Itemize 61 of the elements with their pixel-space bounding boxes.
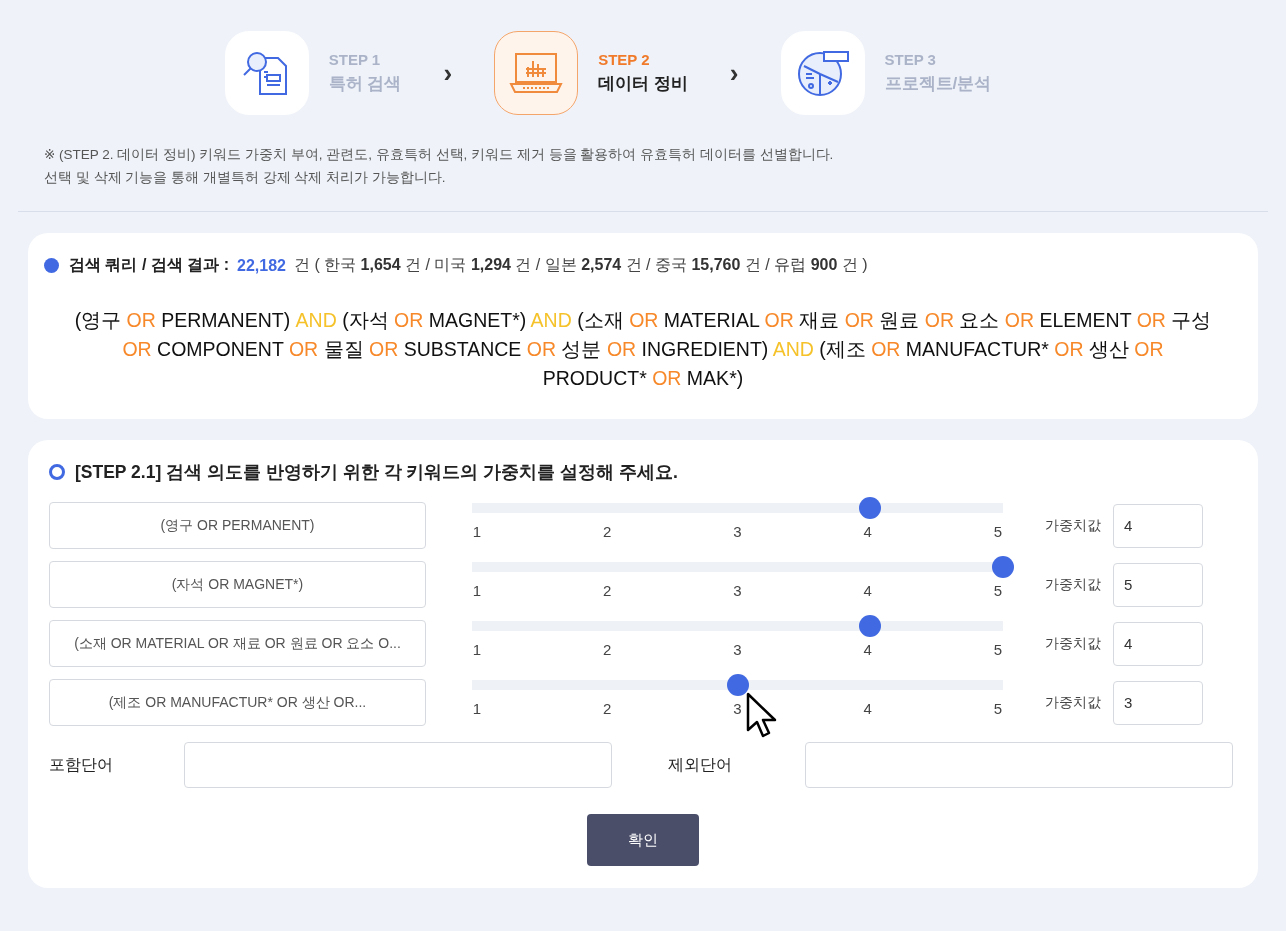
confirm-button[interactable]: 확인 <box>587 814 699 866</box>
exclude-label: 제외단어 <box>668 754 733 775</box>
exclude-input[interactable] <box>805 742 1233 788</box>
slider-thumb[interactable] <box>992 556 1014 578</box>
pie-chart-icon <box>795 48 850 98</box>
tick-label: 3 <box>732 700 743 717</box>
tick-label: 1 <box>472 523 482 540</box>
step-label: STEP 3 <box>884 51 937 68</box>
weight-input[interactable]: 4 <box>1113 621 1203 666</box>
result-total: 22,182 <box>237 256 286 275</box>
weight-label: 가중치값 <box>1045 575 1101 594</box>
chevron-icon: › <box>729 57 739 89</box>
notice-text: ※ (STEP 2. 데이터 정비) 키워드 가중치 부여, 관련도, 유효특허 선택, 키워드 제거 등을 활용하여 유효특허 데이터를 선별합니다. <box>44 146 835 164</box>
keyword-field: (제조 OR MANUFACTUR* OR 생산 OR... <box>49 679 426 726</box>
slider-thumb[interactable] <box>859 497 882 519</box>
tick-label: 2 <box>602 523 613 540</box>
result-label: 검색 쿼리 / 검색 결과 : <box>69 255 229 275</box>
keyword-field: (영구 OR PERMANENT) <box>49 502 426 549</box>
section-title: [STEP 2.1] 검색 의도를 반영하기 위한 각 키워드의 가중치를 설정해 주세요. <box>75 461 678 484</box>
step-name: 데이터 정비 <box>598 73 688 95</box>
tick-label: 1 <box>472 700 482 717</box>
tick-label: 2 <box>602 582 613 599</box>
weight-label: 가중치값 <box>1045 634 1101 653</box>
weight-label: 가중치값 <box>1045 516 1101 535</box>
weight-label: 가중치값 <box>1045 693 1101 712</box>
include-input[interactable] <box>184 742 612 788</box>
notice-text: 선택 및 삭제 기능을 통해 개별특허 강제 삭제 처리가 가능합니다. <box>44 169 447 187</box>
tick-label: 4 <box>862 582 873 599</box>
include-label: 포함단어 <box>49 754 114 775</box>
tick-label: 5 <box>993 523 1003 540</box>
tick-label: 4 <box>862 523 873 540</box>
step-name: 프로젝트/분석 <box>884 73 992 95</box>
slider-thumb[interactable] <box>726 674 749 696</box>
tick-label: 3 <box>732 582 743 599</box>
tick-label: 3 <box>732 523 743 540</box>
tick-label: 5 <box>993 700 1003 717</box>
tick-label: 3 <box>732 641 743 658</box>
step-label: STEP 1 <box>328 51 382 68</box>
tick-label: 5 <box>993 582 1003 599</box>
bullet-icon <box>44 258 59 273</box>
search-query: (영구 OR PERMANENT) AND (자석 OR MAGNET*) AND (소재 OR MATERIAL OR 재료 OR 원료 OR 요소 OR ELEMENT OR 구성 OR COMPONENT OR 물질 OR SUBSTANCE OR 성분 OR INGREDIENT) AND (제조 OR MANUFACTUR* OR 생산 OR PRODUCT* OR MAK*) <box>73 308 1213 391</box>
weight-input[interactable]: 3 <box>1113 680 1203 725</box>
bullet-icon <box>49 464 65 480</box>
tick-label: 1 <box>472 641 482 658</box>
tick-label: 2 <box>602 641 613 658</box>
tick-label: 4 <box>862 641 873 658</box>
tick-label: 4 <box>862 700 873 717</box>
tick-label: 1 <box>472 582 482 599</box>
chevron-icon: › <box>443 57 453 89</box>
result-detail: 건 ( 한국 1,654 건 / 미국 1,294 건 / 일본 2,574 건 / 중국 15,760 건 / 유럽 900 건 ) <box>293 255 868 275</box>
step-icon-tile[interactable] <box>494 31 579 115</box>
step-name: 특허 검색 <box>328 73 402 95</box>
weight-input[interactable]: 5 <box>1113 562 1203 607</box>
slider-thumb[interactable] <box>859 615 882 637</box>
step-label: STEP 2 <box>598 51 651 68</box>
keyword-field: (자석 OR MAGNET*) <box>49 561 426 608</box>
tick-label: 5 <box>993 641 1003 658</box>
weight-input[interactable]: 4 <box>1113 503 1203 548</box>
tick-label: 2 <box>602 700 613 717</box>
laptop-chart-icon <box>509 51 564 95</box>
keyword-field: (소재 OR MATERIAL OR 재료 OR 원료 OR 요소 O... <box>49 620 426 667</box>
